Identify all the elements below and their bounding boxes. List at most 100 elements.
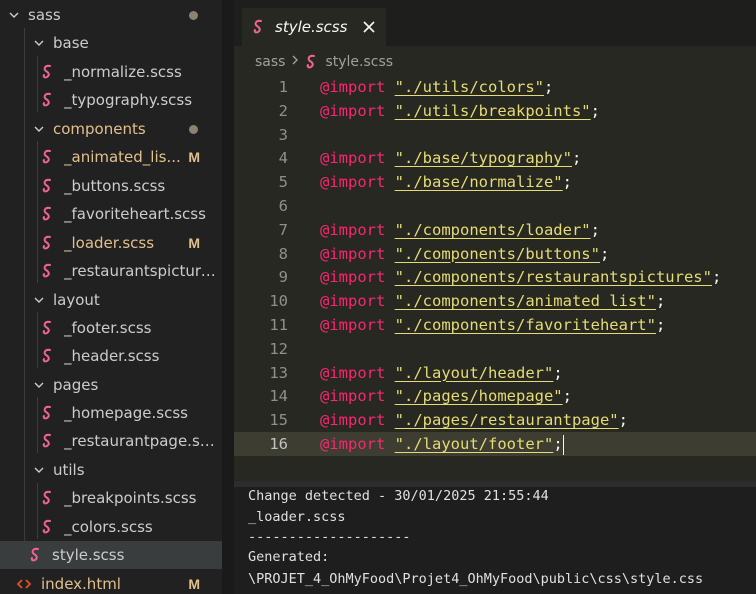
string-token: "./utils/colors" (394, 78, 544, 96)
sidebar-resize-handle[interactable] (222, 0, 234, 594)
file-homepage[interactable]: _homepage.scss (0, 399, 222, 427)
file-buttons[interactable]: _buttons.scss (0, 172, 222, 200)
file-footer[interactable]: _footer.scss (0, 314, 222, 342)
modified-badge: M (188, 235, 200, 251)
punctuation-token: ; (562, 173, 572, 192)
file-typography[interactable]: _typography.scss (0, 86, 222, 114)
file-colors[interactable]: _colors.scss (0, 513, 222, 541)
modified-dot (189, 124, 198, 134)
file-normalize[interactable]: _normalize.scss (0, 58, 222, 86)
line-number: 13 (269, 363, 288, 382)
modified-badge: M (188, 149, 200, 165)
file-label: _buttons.scss (64, 177, 166, 195)
keyword-token: @import (320, 363, 386, 382)
file-header[interactable]: _header.scss (0, 342, 222, 370)
sass-file-icon (29, 547, 43, 563)
folder-layout[interactable]: layout (0, 286, 222, 314)
breadcrumb: sass style.scss (255, 52, 393, 72)
terminal-line: Generated: (248, 549, 330, 565)
folder-utils[interactable]: utils (0, 456, 222, 484)
file-favoriteheart[interactable]: _favoriteheart.scss (0, 200, 222, 228)
punctuation-token: ; (655, 316, 666, 334)
file-style[interactable]: style.scss (0, 541, 222, 569)
tab-style-scss[interactable]: style.scss (242, 8, 386, 46)
code-line[interactable]: 6 (234, 194, 756, 218)
breadcrumb-folder[interactable]: sass (255, 54, 285, 70)
code-line[interactable]: 2 @import "./utils/breakpoints"; (234, 99, 756, 123)
folder-pages[interactable]: pages (0, 371, 222, 399)
folder-sass[interactable]: sass (0, 1, 222, 29)
line-text: @import "./components/loader"; (320, 218, 600, 242)
line-text: @import "./components/restaurantspicture… (320, 265, 721, 289)
line-text: @import "./components/animated_list"; (320, 289, 665, 313)
code-line[interactable]: 16 @import "./layout/footer"; (234, 432, 756, 456)
code-line[interactable]: 15 @import "./pages/restaurantpage"; (234, 408, 756, 432)
keyword-token: @import (320, 387, 386, 406)
folder-base[interactable]: base (0, 29, 222, 57)
terminal-line: _loader.scss (248, 509, 346, 525)
modified-badge: M (188, 576, 200, 592)
code-line[interactable]: 9 @import "./components/restaurantspictur… (234, 265, 756, 289)
file-label: _breakpoints.scss (64, 489, 197, 507)
line-number: 5 (278, 173, 288, 192)
code-line[interactable]: 4 @import "./base/typography"; (234, 146, 756, 170)
file-restaurantspictures[interactable]: _restaurantspicture... (0, 257, 222, 285)
keyword-token: @import (320, 411, 386, 430)
terminal-panel[interactable]: Change detected - 30/01/2025 21:55:44 _l… (234, 481, 756, 594)
close-icon[interactable] (360, 18, 378, 36)
file-label: _restaurantpage.scss (64, 432, 222, 450)
line-number: 10 (269, 292, 288, 311)
file-animated-list[interactable]: _animated_lis... M (0, 143, 222, 171)
folder-components[interactable]: components (0, 115, 222, 143)
string-token: "./components/favoriteheart" (394, 316, 656, 334)
file-index-html[interactable]: index.html M (0, 570, 222, 594)
chevron-down-icon (33, 123, 45, 135)
file-label: style.scss (52, 546, 125, 564)
sass-file-icon (252, 19, 266, 35)
line-number: 9 (278, 268, 288, 287)
file-breakpoints[interactable]: _breakpoints.scss (0, 484, 222, 512)
code-line[interactable]: 1 @import "./utils/colors"; (234, 75, 756, 99)
file-loader[interactable]: _loader.scss M (0, 229, 222, 257)
file-restaurantpage[interactable]: _restaurantpage.scss (0, 427, 222, 455)
file-explorer: sass base _normalize.scss _typography.sc… (0, 0, 222, 594)
string-token: "./pages/homepage" (394, 387, 563, 406)
sass-file-icon (41, 433, 55, 449)
line-text: @import "./pages/homepage"; (320, 384, 572, 408)
file-label: _colors.scss (64, 518, 153, 536)
string-token: "./components/animated_list" (394, 292, 656, 311)
code-line[interactable]: 5 @import "./base/normalize"; (234, 170, 756, 194)
punctuation-token: ; (711, 268, 722, 287)
code-line[interactable]: 10 @import "./components/animated_list"; (234, 289, 756, 313)
folder-label: utils (53, 461, 85, 479)
line-text: @import "./layout/header"; (320, 361, 563, 385)
sass-file-icon (41, 490, 55, 506)
file-label: _header.scss (64, 347, 160, 365)
keyword-token: @import (320, 244, 386, 263)
code-line[interactable]: 12 (234, 337, 756, 361)
string-token: "./layout/header" (394, 363, 554, 382)
code-line[interactable]: 3 (234, 123, 756, 147)
line-text: @import "./utils/breakpoints"; (320, 99, 600, 123)
line-number: 2 (278, 101, 288, 120)
sass-file-icon (41, 263, 55, 279)
code-line[interactable]: 13 @import "./layout/header"; (234, 361, 756, 385)
line-number: 8 (278, 244, 288, 263)
keyword-token: @import (320, 78, 386, 96)
keyword-token: @import (320, 268, 386, 287)
punctuation-token: ; (562, 387, 572, 406)
keyword-token: @import (320, 435, 386, 453)
code-line[interactable]: 7 @import "./components/loader"; (234, 218, 756, 242)
folder-label: pages (53, 376, 99, 394)
folder-label: components (53, 120, 146, 138)
breadcrumb-file[interactable]: style.scss (325, 54, 393, 70)
code-line[interactable]: 14 @import "./pages/homepage"; (234, 384, 756, 408)
folder-label: layout (53, 291, 100, 309)
line-text: @import "./components/buttons"; (320, 242, 609, 266)
code-line[interactable]: 8 @import "./components/buttons"; (234, 242, 756, 266)
text-cursor (562, 434, 564, 455)
keyword-token: @import (320, 292, 386, 311)
sass-file-icon (41, 235, 55, 251)
code-line[interactable]: 11 @import "./components/favoriteheart"; (234, 313, 756, 337)
line-number: 1 (278, 78, 288, 96)
